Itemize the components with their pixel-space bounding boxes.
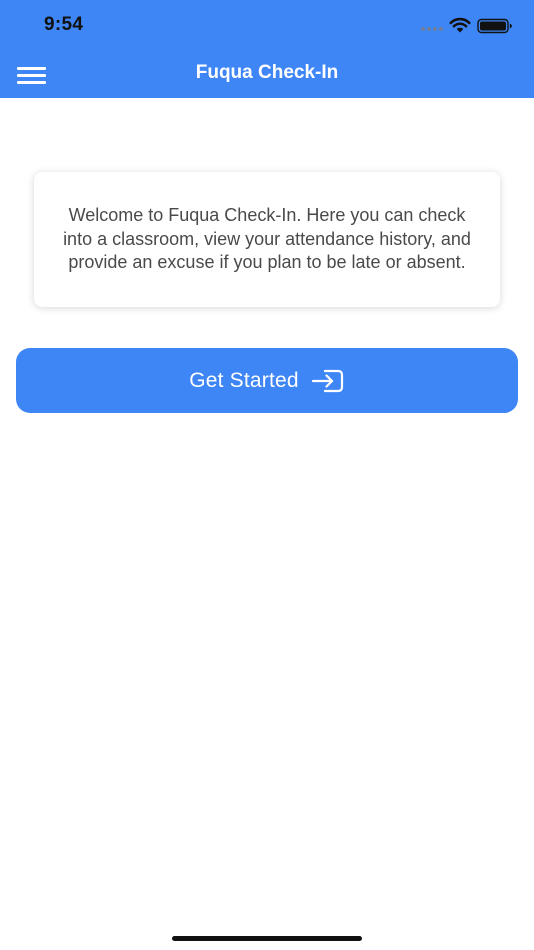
wifi-icon — [449, 17, 471, 33]
sign-in-icon — [311, 369, 343, 392]
header-bar: 9:54 Fuqua Check-In — [0, 0, 534, 98]
welcome-card: Welcome to Fuqua Check-In. Here you can … — [34, 172, 500, 307]
status-bar-time: 9:54 — [44, 14, 84, 35]
get-started-button[interactable]: Get Started — [16, 348, 518, 413]
app-screen: 9:54 Fuqua Check-In Welcome to Fuqua Che… — [0, 0, 534, 950]
home-indicator[interactable] — [172, 936, 362, 941]
get-started-label: Get Started — [189, 368, 299, 392]
welcome-message: Welcome to Fuqua Check-In. Here you can … — [63, 205, 471, 273]
page-title: Fuqua Check-In — [195, 62, 339, 83]
cellular-signal-icon — [421, 27, 443, 31]
battery-icon — [477, 18, 512, 34]
